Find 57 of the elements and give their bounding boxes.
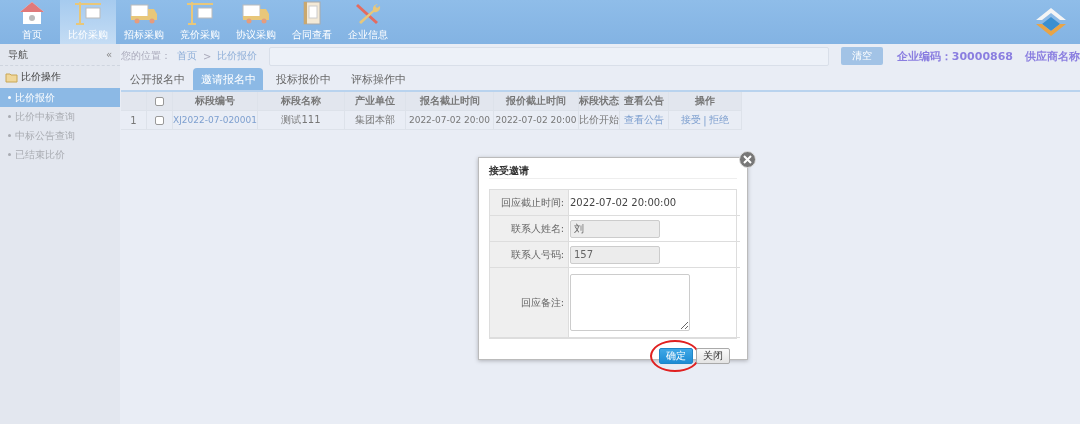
row-number: 1 [121,111,147,130]
tab[interactable]: 公开报名中 [121,68,193,90]
column-header: 报名截止时间 [406,92,494,111]
column-header: 查看公告 [620,92,669,111]
crane-sign-icon [185,0,215,26]
table-cell: 测试111 [258,111,345,130]
nav-item[interactable]: 合同查看 [284,0,340,44]
input-field[interactable]: 157 [570,245,660,264]
field-label: 回应截止时间: [490,190,568,216]
sidebar-title: 导航 [8,47,28,62]
tab[interactable]: 评标操作中 [343,68,413,90]
crane-sign-icon [73,0,103,26]
sidebar-group[interactable]: 比价操作 [21,70,61,84]
column-header: 标段状态 [579,92,620,111]
sidebar-item[interactable]: 比价报价 [0,88,120,107]
breadcrumb-separator: > [203,50,212,62]
table-cell[interactable]: 查看公告 [620,111,669,130]
field-label: 联系人姓名: [490,216,568,242]
input-field[interactable]: 刘 [570,219,660,238]
remarks-field[interactable] [570,274,690,331]
table-cell: 集团本部 [345,111,406,130]
column-header: 报价截止时间 [494,92,579,111]
checkbox[interactable] [155,96,164,106]
field-value: 2022-07-02 20:00:00 [570,197,677,208]
confirm-button[interactable]: 确定 [659,348,693,364]
collapse-toggle[interactable]: « [105,49,112,60]
table-cell: 比价开始 [579,111,620,130]
close-button[interactable]: 关闭 [696,348,730,364]
table-cell: 2022-07-02 20:00 [494,111,579,130]
nav-item[interactable]: 招标采购 [116,0,172,44]
nav-item[interactable]: 竞价采购 [172,0,228,44]
logo-icon [1034,6,1068,38]
field-label: 回应备注: [490,268,568,338]
action-separator: | [703,114,707,126]
tab[interactable]: 投标报价中 [263,68,343,90]
dialog-title: 接受邀请 [489,164,737,179]
breadcrumb-link[interactable]: 首页 [177,49,197,63]
nav-item[interactable]: 协议采购 [228,0,284,44]
nav-item[interactable]: 首页 [4,0,60,44]
column-header: 产业单位 [345,92,406,111]
action-link[interactable]: 拒绝 [708,113,729,127]
folder-icon [5,71,18,83]
clear-button[interactable]: 清空 [840,47,883,65]
supplier-name-label: 供应商名称 [1025,48,1080,64]
action-link[interactable]: 接受 [681,113,702,127]
field-label: 联系人号码: [490,242,568,268]
table-cell: 2022-07-02 20:00 [406,111,494,130]
column-header: 标段编号 [173,92,258,111]
column-header: 操作 [669,92,742,111]
close-icon[interactable] [739,151,756,168]
column-header: 标段名称 [258,92,345,111]
table-cell[interactable]: XJ2022-07-020001 [173,111,258,130]
breadcrumb-link[interactable]: 比价报价 [217,49,258,63]
nav-item[interactable]: 企业信息 [340,0,396,44]
checkbox[interactable] [155,115,164,125]
tab[interactable]: 邀请报名中 [193,68,263,90]
company-code: 企业编码：30000868 [896,48,1013,64]
